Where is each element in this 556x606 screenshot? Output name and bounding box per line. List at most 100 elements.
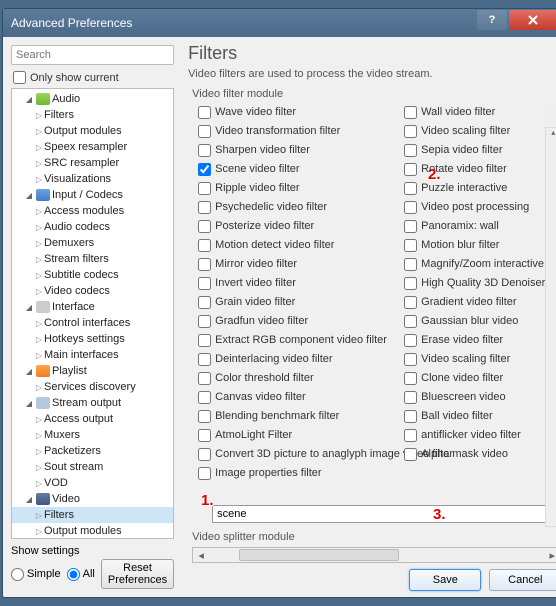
filter-item[interactable]: Ripple video filter: [198, 180, 398, 196]
filter-item[interactable]: Ball video filter: [404, 408, 545, 424]
filter-checkbox[interactable]: [404, 182, 417, 195]
tree-stream-child[interactable]: Muxers: [12, 427, 173, 443]
tree-stream[interactable]: Stream output: [12, 395, 173, 411]
filter-item[interactable]: Color threshold filter: [198, 370, 398, 386]
tree-input-child[interactable]: Demuxers: [12, 235, 173, 251]
filter-item[interactable]: antiflicker video filter: [404, 427, 545, 443]
filter-item[interactable]: Extract RGB component video filter: [198, 332, 398, 348]
filter-checkbox[interactable]: [404, 448, 417, 461]
filter-checkbox[interactable]: [404, 372, 417, 385]
tree-input[interactable]: Input / Codecs: [12, 187, 173, 203]
filter-item[interactable]: Clone video filter: [404, 370, 545, 386]
tree-playlist[interactable]: Playlist: [12, 363, 173, 379]
filter-checkbox[interactable]: [404, 391, 417, 404]
tree-playlist-child[interactable]: Services discovery: [12, 379, 173, 395]
filter-checkbox[interactable]: [404, 277, 417, 290]
tree-input-child[interactable]: Stream filters: [12, 251, 173, 267]
filter-item[interactable]: High Quality 3D Denoiser: [404, 275, 545, 291]
filter-item[interactable]: Video scaling filter: [404, 351, 545, 367]
tree-video[interactable]: Video: [12, 491, 173, 507]
reset-preferences-button[interactable]: Reset Preferences: [101, 559, 174, 589]
filter-checkbox[interactable]: [198, 201, 211, 214]
filter-item[interactable]: Alpha mask video: [404, 446, 545, 462]
filter-checkbox[interactable]: [198, 448, 211, 461]
save-button[interactable]: Save: [409, 569, 481, 591]
filter-item[interactable]: Scene video filter: [198, 161, 398, 177]
filter-checkbox[interactable]: [404, 315, 417, 328]
tree-audio-child[interactable]: Speex resampler: [12, 139, 173, 155]
search-input[interactable]: [11, 45, 174, 65]
tree-audio-child[interactable]: Filters: [12, 107, 173, 123]
filter-checkbox[interactable]: [198, 239, 211, 252]
filter-checkbox[interactable]: [404, 334, 417, 347]
tree-audio-child[interactable]: Output modules: [12, 123, 173, 139]
help-button[interactable]: ?: [477, 10, 507, 30]
tree-stream-child[interactable]: Packetizers: [12, 443, 173, 459]
filter-item[interactable]: Canvas video filter: [198, 389, 398, 405]
filter-item[interactable]: Convert 3D picture to anaglyph image vid…: [198, 446, 398, 462]
filter-checkbox[interactable]: [404, 410, 417, 423]
scroll-left-icon[interactable]: ◂: [193, 549, 209, 562]
filter-item[interactable]: Motion blur filter: [404, 237, 545, 253]
filter-checkbox[interactable]: [198, 163, 211, 176]
filter-item[interactable]: Magnify/Zoom interactive: [404, 256, 545, 272]
filter-item[interactable]: Wall video filter: [404, 104, 545, 120]
tree-stream-child[interactable]: VOD: [12, 475, 173, 491]
filter-item[interactable]: Video transformation filter: [198, 123, 398, 139]
filter-item[interactable]: Puzzle interactive: [404, 180, 545, 196]
tree-interface-child[interactable]: Hotkeys settings: [12, 331, 173, 347]
tree-video-child[interactable]: Filters: [12, 507, 173, 523]
filter-checkbox[interactable]: [198, 220, 211, 233]
filter-item[interactable]: Video scaling filter: [404, 123, 545, 139]
only-show-current-checkbox[interactable]: [13, 71, 26, 84]
tree-input-child[interactable]: Access modules: [12, 203, 173, 219]
filter-item[interactable]: Gradfun video filter: [198, 313, 398, 329]
filter-item[interactable]: Invert video filter: [198, 275, 398, 291]
filter-checkbox[interactable]: [404, 296, 417, 309]
only-show-current[interactable]: Only show current: [13, 71, 174, 84]
filter-checkbox[interactable]: [404, 163, 417, 176]
filter-checkbox[interactable]: [198, 296, 211, 309]
filter-item[interactable]: Grain video filter: [198, 294, 398, 310]
tree-video-child[interactable]: Output modules: [12, 523, 173, 539]
filter-checkbox[interactable]: [404, 239, 417, 252]
cancel-button[interactable]: Cancel: [489, 569, 556, 591]
filter-checkbox[interactable]: [198, 182, 211, 195]
radio-simple[interactable]: Simple: [11, 568, 61, 581]
tree-interface[interactable]: Interface: [12, 299, 173, 315]
tree-audio[interactable]: Audio: [12, 91, 173, 107]
filter-item[interactable]: Gaussian blur video: [404, 313, 545, 329]
filter-checkbox[interactable]: [198, 315, 211, 328]
tree-input-child[interactable]: Video codecs: [12, 283, 173, 299]
filter-checkbox[interactable]: [198, 106, 211, 119]
filter-checkbox[interactable]: [404, 201, 417, 214]
scroll-up-icon[interactable]: ▴: [546, 128, 556, 142]
filter-item[interactable]: Mirror video filter: [198, 256, 398, 272]
filter-checkbox[interactable]: [198, 258, 211, 271]
filter-checkbox[interactable]: [404, 144, 417, 157]
filter-checkbox[interactable]: [198, 410, 211, 423]
tree-stream-child[interactable]: Sout stream: [12, 459, 173, 475]
filter-item[interactable]: Bluescreen video: [404, 389, 545, 405]
filter-checkbox[interactable]: [198, 353, 211, 366]
filter-item[interactable]: Motion detect video filter: [198, 237, 398, 253]
horizontal-scrollbar[interactable]: ◂ ▸: [192, 547, 556, 563]
filter-item[interactable]: Wave video filter: [198, 104, 398, 120]
scroll-track[interactable]: [209, 548, 544, 562]
filter-item[interactable]: Deinterlacing video filter: [198, 351, 398, 367]
filter-checkbox[interactable]: [198, 429, 211, 442]
filter-item[interactable]: Gradient video filter: [404, 294, 545, 310]
filter-item[interactable]: Psychedelic video filter: [198, 199, 398, 215]
scroll-thumb[interactable]: [239, 549, 399, 561]
vertical-scrollbar[interactable]: ▴: [545, 127, 556, 527]
filter-checkbox[interactable]: [404, 353, 417, 366]
filter-checkbox[interactable]: [198, 391, 211, 404]
preferences-tree[interactable]: AudioFiltersOutput modulesSpeex resample…: [11, 88, 174, 539]
filter-checkbox[interactable]: [198, 277, 211, 290]
tree-audio-child[interactable]: Visualizations: [12, 171, 173, 187]
tree-input-child[interactable]: Audio codecs: [12, 219, 173, 235]
tree-input-child[interactable]: Subtitle codecs: [12, 267, 173, 283]
filter-checkbox[interactable]: [404, 258, 417, 271]
filter-checkbox[interactable]: [404, 106, 417, 119]
filter-checkbox[interactable]: [198, 372, 211, 385]
